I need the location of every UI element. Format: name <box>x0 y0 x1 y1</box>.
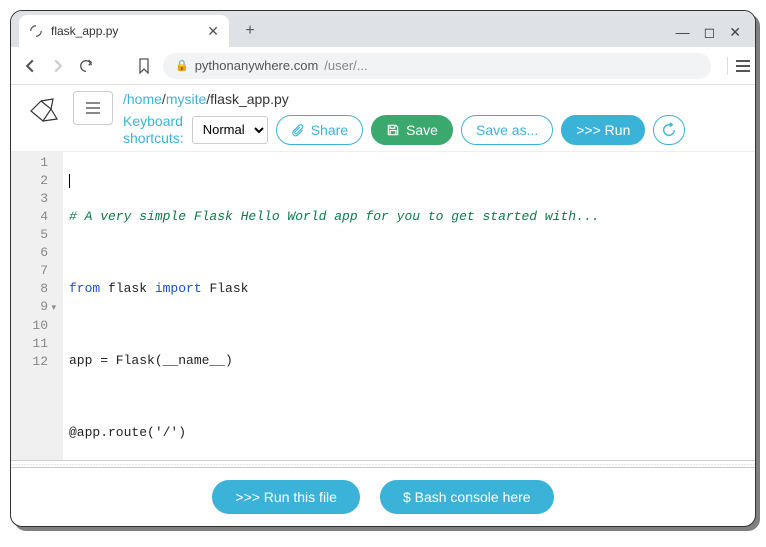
splitter-handle[interactable] <box>11 460 755 468</box>
save-icon <box>386 123 400 137</box>
refresh-button[interactable] <box>653 115 685 145</box>
code-editor[interactable]: 1 2 3 4 5 6 7 8 9▾10 11 12 # A very simp… <box>11 151 755 460</box>
window-close-icon[interactable]: ✕ <box>729 24 741 41</box>
breadcrumb-file: flask_app.py <box>210 91 289 107</box>
tab-title: flask_app.py <box>51 24 207 38</box>
run-this-file-button[interactable]: >>> Run this file <box>212 480 360 514</box>
share-button[interactable]: Share <box>276 115 363 145</box>
line-gutter: 1 2 3 4 5 6 7 8 9▾10 11 12 <box>11 152 63 460</box>
lock-icon: 🔒 <box>175 59 189 72</box>
close-tab-icon[interactable]: ✕ <box>207 23 219 40</box>
window-maximize-icon[interactable]: ◻ <box>704 24 716 41</box>
breadcrumb: /home/mysite/flask_app.py <box>123 91 743 107</box>
save-as-button[interactable]: Save as... <box>461 115 553 145</box>
code-area[interactable]: # A very simple Flask Hello World app fo… <box>63 152 755 460</box>
back-button[interactable] <box>21 57 39 75</box>
browser-menu-button[interactable] <box>727 57 745 75</box>
bookmark-icon[interactable] <box>135 57 153 75</box>
breadcrumb-mysite[interactable]: mysite <box>166 91 206 107</box>
url-host: pythonanywhere.com <box>195 58 319 73</box>
keyboard-shortcuts-link[interactable]: Keyboardshortcuts: <box>123 113 184 147</box>
run-button[interactable]: >>> Run <box>561 115 645 145</box>
bash-console-button[interactable]: $ Bash console here <box>380 480 554 514</box>
app-menu-button[interactable] <box>73 91 113 125</box>
browser-tab[interactable]: flask_app.py ✕ <box>19 15 229 47</box>
url-path: /user/... <box>324 58 367 73</box>
mode-select[interactable]: Normal <box>192 116 268 144</box>
app-logo <box>23 91 63 131</box>
reload-button[interactable] <box>77 57 95 75</box>
address-bar[interactable]: 🔒 pythonanywhere.com/user/... <box>163 53 711 79</box>
breadcrumb-home[interactable]: /home <box>123 91 162 107</box>
refresh-icon <box>661 122 677 138</box>
browser-tab-strip: flask_app.py ✕ + — ◻ ✕ <box>11 11 755 47</box>
tab-favicon <box>29 24 43 38</box>
new-tab-button[interactable]: + <box>237 18 263 44</box>
browser-toolbar: 🔒 pythonanywhere.com/user/... <box>11 47 755 85</box>
save-button[interactable]: Save <box>371 115 453 145</box>
text-cursor <box>69 174 70 188</box>
window-minimize-icon[interactable]: — <box>676 24 690 41</box>
forward-button[interactable] <box>49 57 67 75</box>
paperclip-icon <box>291 123 305 137</box>
